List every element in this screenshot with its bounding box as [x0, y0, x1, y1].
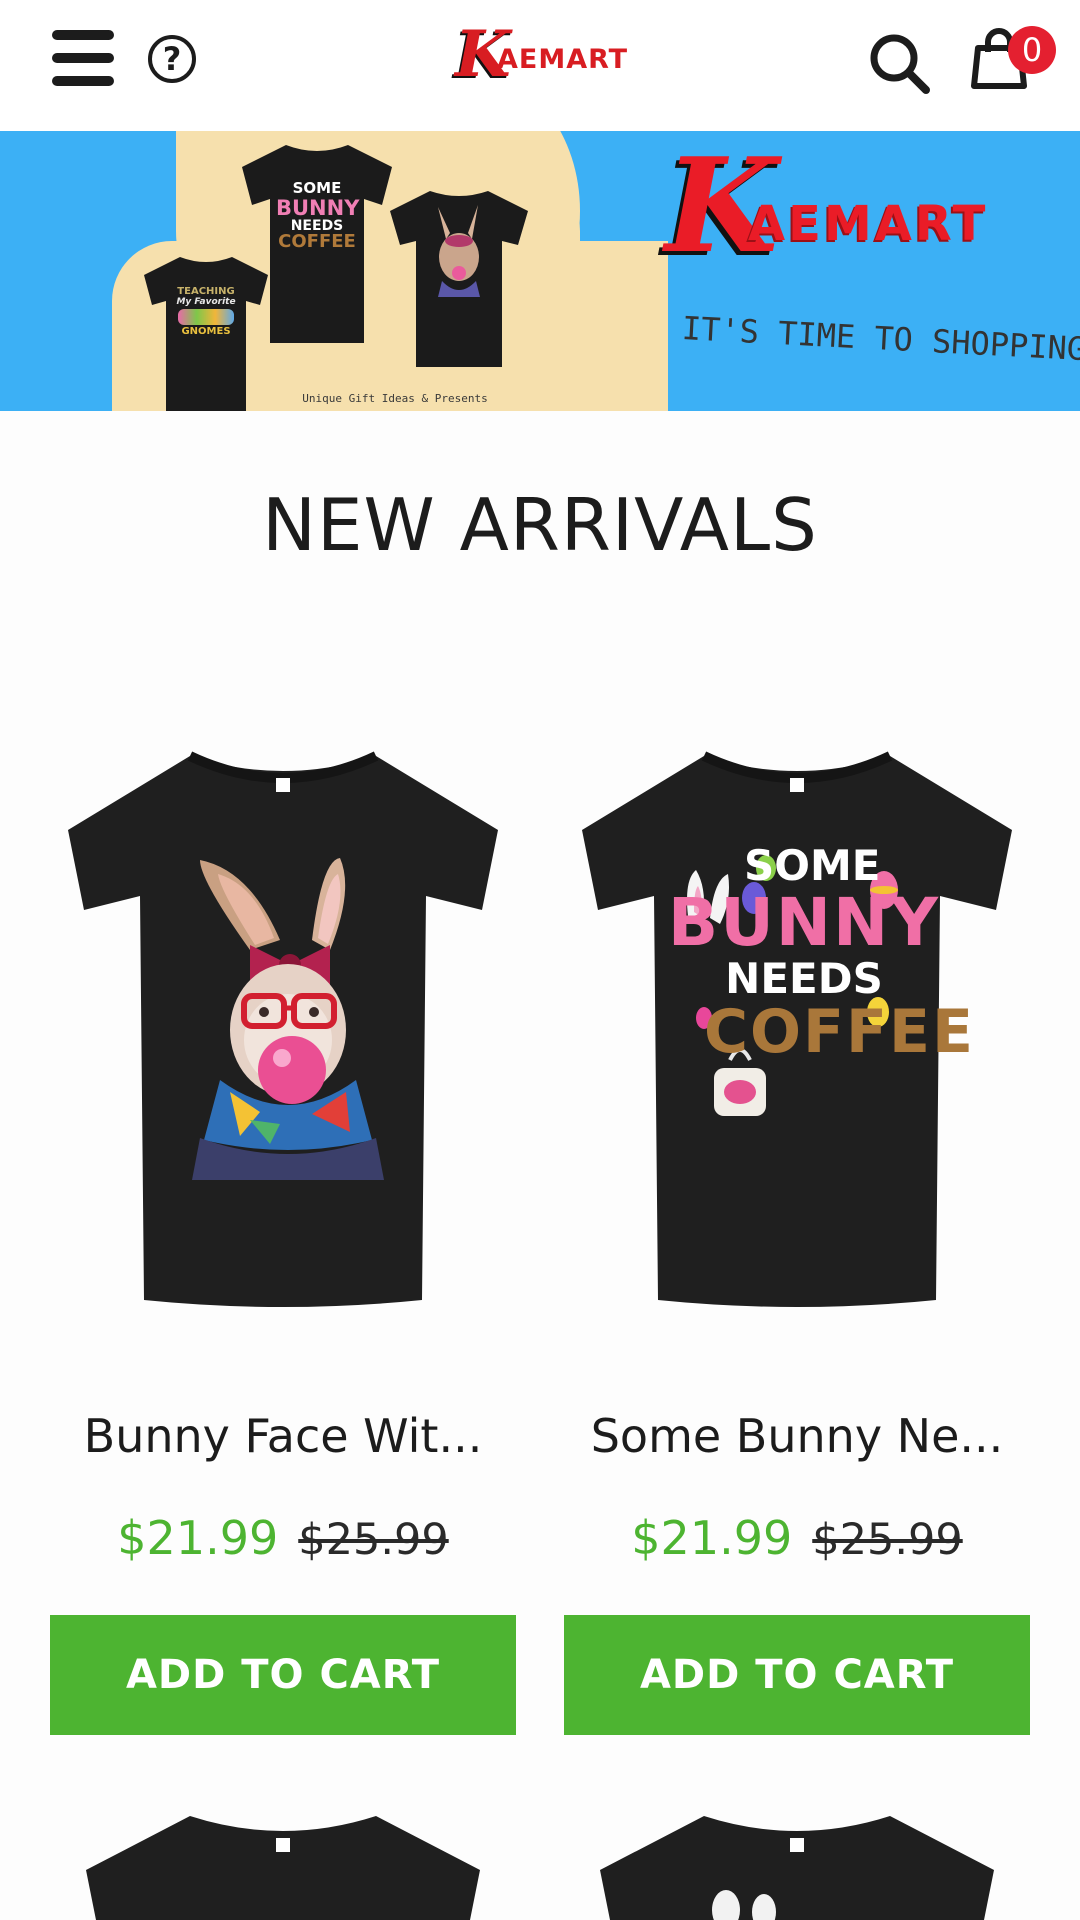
tee-print-line: NEEDS: [725, 954, 883, 1004]
product-name[interactable]: Bunny Face Wit...: [50, 1408, 516, 1464]
menu-icon[interactable]: [52, 30, 114, 86]
price-row: $21.99 $25.99: [50, 1510, 516, 1577]
top-header: ? K AEMART 0: [0, 0, 1080, 131]
tee-print-line: SOME: [744, 841, 881, 890]
search-icon[interactable]: [868, 32, 932, 96]
tee-print-line: SOME: [292, 179, 342, 197]
section-title-new-arrivals: NEW ARRIVALS: [262, 483, 818, 567]
banner-tshirt-bunny: [390, 191, 528, 367]
tee-print-line: TEACHING: [177, 286, 235, 297]
banner-logo-text: AEMART: [748, 196, 989, 252]
tee-print-line: BUNNY: [667, 884, 941, 962]
price-row: $21.99 $25.99: [564, 1510, 1030, 1577]
logo-text: AEMART: [497, 44, 629, 75]
banner-tee-print: SOME BUNNY NEEDS COFFEE: [276, 179, 360, 253]
help-icon[interactable]: ?: [148, 35, 196, 83]
tee-print-line: COFFEE: [704, 997, 975, 1068]
product-image[interactable]: [50, 740, 516, 1340]
banner-tee-print: TEACHING My Favorite GNOMES: [172, 286, 240, 337]
tee-print: SOME BUNNY NEEDS COFFEE: [664, 841, 975, 1068]
tee-print-line: COFFEE: [278, 231, 356, 253]
product-image-next[interactable]: [50, 1800, 516, 1920]
banner-slogan: IT'S TIME TO SHOPPING: [681, 309, 1080, 369]
cart-count-badge[interactable]: 0: [1008, 26, 1056, 74]
product-name[interactable]: Some Bunny Ne...: [564, 1408, 1030, 1464]
tee-print-line: GNOMES: [181, 325, 231, 337]
add-to-cart-button[interactable]: ADD TO CART: [50, 1615, 516, 1735]
product-image-next[interactable]: [564, 1800, 1030, 1920]
banner-caption: Unique Gift Ideas & Presents: [302, 392, 488, 405]
sale-price: $21.99: [117, 1511, 279, 1565]
add-to-cart-button[interactable]: ADD TO CART: [564, 1615, 1030, 1735]
promo-banner[interactable]: TEACHING My Favorite GNOMES SOME BUNNY N…: [0, 131, 1080, 411]
tee-print-line: My Favorite: [176, 296, 236, 307]
sale-price: $21.99: [631, 1511, 793, 1565]
original-price: $25.99: [812, 1515, 963, 1565]
original-price: $25.99: [298, 1515, 449, 1565]
tee-print-line: BUNNY: [276, 195, 360, 220]
